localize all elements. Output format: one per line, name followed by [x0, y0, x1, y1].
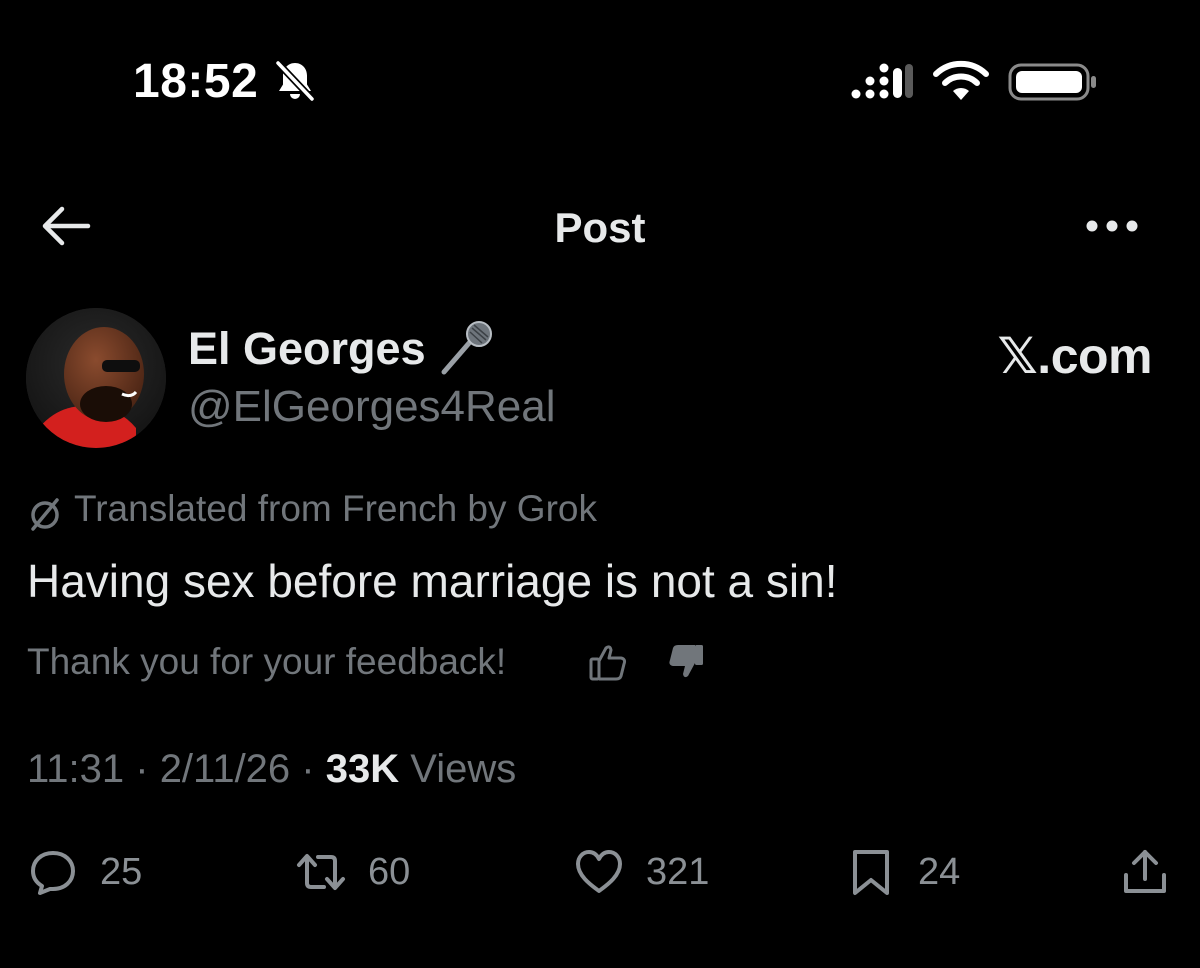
- views-count: 33K: [325, 747, 400, 791]
- avatar-image: [26, 308, 166, 448]
- watermark-x-com: 𝕏.com: [997, 328, 1153, 384]
- bookmark-icon: [853, 850, 889, 895]
- wifi-icon: [933, 60, 989, 100]
- post-time: 11:31: [27, 747, 125, 791]
- heart-icon: [576, 850, 622, 893]
- post-date: 2/11/26: [159, 747, 291, 791]
- bookmark-button[interactable]: 24: [846, 842, 960, 902]
- share-button[interactable]: [1120, 842, 1170, 902]
- translation-note[interactable]: Translated from French by Grok: [74, 486, 597, 532]
- views-label: Views: [410, 747, 517, 791]
- bookmark-count: 24: [918, 851, 961, 893]
- reply-icon: [31, 851, 75, 895]
- reply-button[interactable]: 25: [28, 842, 142, 902]
- repost-button[interactable]: 60: [296, 842, 410, 902]
- share-icon: [1124, 850, 1166, 893]
- feedback-text: Thank you for your feedback!: [27, 641, 507, 682]
- cellular-signal-icon: [851, 63, 913, 99]
- microphone-icon: [441, 321, 492, 375]
- thumbs-up-icon[interactable]: [586, 640, 630, 684]
- translation-icon: [31, 498, 59, 531]
- status-time: 18:52: [133, 55, 259, 108]
- thumbs-down-icon[interactable]: [664, 640, 708, 684]
- author-name[interactable]: El Georges: [188, 322, 426, 376]
- post-meta: 11:31 · 2/11/26 · 33K Views: [27, 747, 517, 791]
- post-text: Having sex before marriage is not a sin!: [27, 555, 838, 607]
- author-handle[interactable]: @ElGeorges4Real: [188, 380, 556, 434]
- page-title: Post: [554, 204, 646, 251]
- bell-slash-icon: [275, 60, 315, 102]
- battery-icon: [1008, 63, 1096, 101]
- repost-icon: [297, 854, 345, 890]
- like-count: 321: [646, 851, 710, 893]
- reply-count: 25: [100, 851, 143, 893]
- like-button[interactable]: 321: [574, 842, 709, 902]
- repost-count: 60: [368, 851, 411, 893]
- more-dots-icon[interactable]: [1084, 216, 1140, 236]
- avatar[interactable]: [26, 308, 166, 448]
